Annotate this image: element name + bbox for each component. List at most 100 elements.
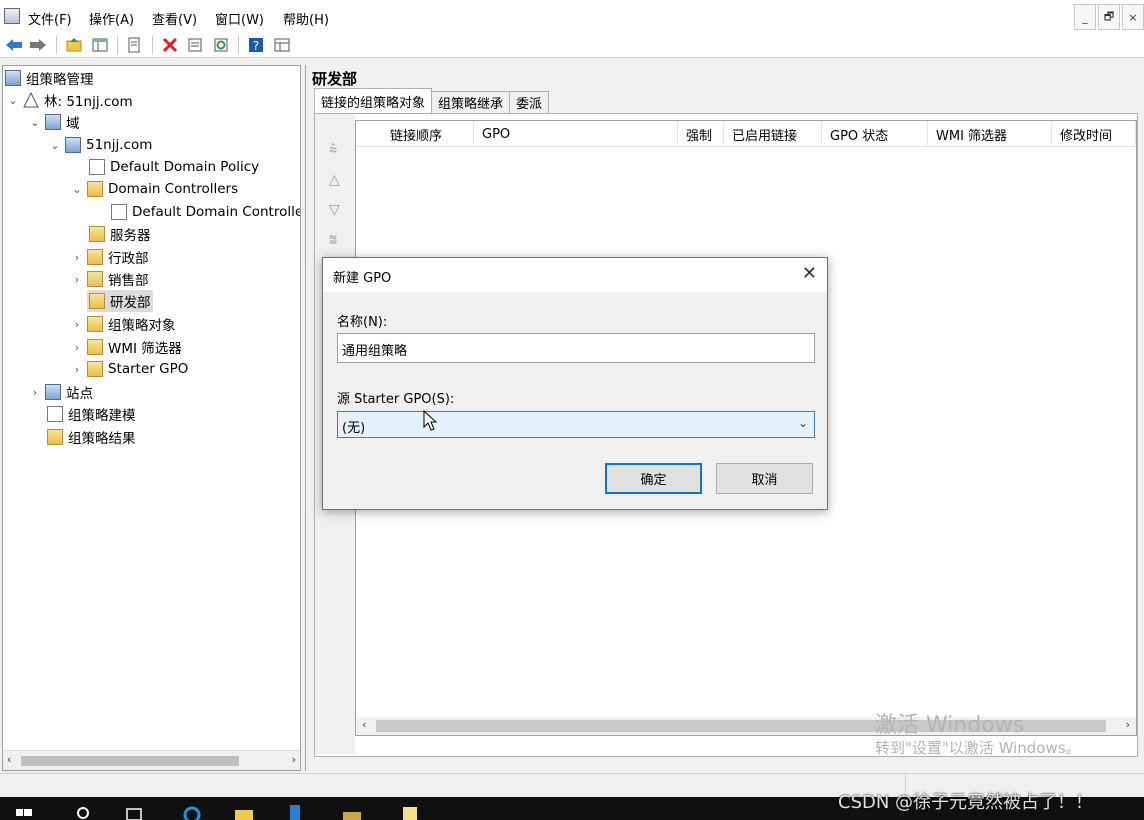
properties-icon[interactable]: [185, 35, 205, 55]
tree-item-domain-controllers[interactable]: ⌄ Domain Controllers: [71, 178, 238, 200]
search-icon[interactable]: [74, 803, 94, 820]
ou-folder-icon: [89, 226, 105, 242]
minimize-button[interactable]: _: [1074, 4, 1096, 30]
move-up-icon[interactable]: △: [329, 172, 340, 188]
tree-item-sales[interactable]: › 销售部: [71, 268, 149, 290]
chevron-right-icon[interactable]: ›: [71, 363, 83, 376]
forward-arrow-icon[interactable]: [28, 35, 48, 55]
menu-view[interactable]: 查看(V): [152, 9, 197, 28]
scrollbar-thumb[interactable]: [21, 756, 239, 766]
ou-folder-icon: [89, 293, 105, 309]
tree-item-rnd[interactable]: 研发部: [87, 290, 153, 312]
ou-folder-icon: [87, 271, 103, 287]
tree-item-starter-gpo[interactable]: › Starter GPO: [71, 358, 188, 380]
view-icon[interactable]: [272, 35, 292, 55]
move-top-icon[interactable]: ⩯: [329, 142, 337, 158]
chevron-down-icon[interactable]: ⌄: [7, 94, 19, 107]
scroll-left-icon[interactable]: ‹: [7, 753, 11, 766]
toolbar: ?: [0, 32, 1144, 58]
column-modified[interactable]: 修改时间: [1052, 121, 1136, 147]
chevron-right-icon[interactable]: ›: [71, 273, 83, 286]
ok-button[interactable]: 确定: [605, 463, 702, 494]
column-link-order[interactable]: 链接顺序: [382, 121, 474, 147]
server-manager-icon[interactable]: [286, 803, 306, 820]
internet-explorer-icon[interactable]: [182, 803, 202, 820]
tree-item-wmi-filters[interactable]: › WMI 筛选器: [71, 336, 182, 358]
task-view-icon[interactable]: [124, 803, 144, 820]
column-gpo-status[interactable]: GPO 状态: [822, 121, 928, 147]
column-link-enabled[interactable]: 已启用链接: [724, 121, 822, 147]
tab-gpo-inheritance[interactable]: 组策略继承: [431, 91, 511, 113]
scroll-left-icon[interactable]: ‹: [362, 718, 366, 731]
copy-icon[interactable]: [124, 35, 144, 55]
tree-item-default-dc-policy[interactable]: Default Domain Controlle: [111, 201, 300, 223]
app-icon[interactable]: [4, 8, 20, 24]
tree-item-sites[interactable]: › 站点: [29, 381, 93, 403]
tree-item-servers[interactable]: 服务器: [89, 223, 151, 245]
ou-folder-icon: [87, 181, 103, 197]
gpo-container-icon: [87, 316, 103, 332]
chevron-right-icon[interactable]: ›: [29, 386, 41, 399]
source-starter-value: (无): [342, 421, 366, 436]
chevron-right-icon[interactable]: ›: [71, 251, 83, 264]
chevron-down-icon[interactable]: ⌄: [29, 116, 41, 129]
forest-icon: [23, 91, 39, 108]
move-bottom-icon[interactable]: ⩰: [329, 232, 337, 248]
scroll-right-icon[interactable]: ›: [292, 753, 296, 766]
up-folder-icon[interactable]: [64, 35, 84, 55]
menu-action[interactable]: 操作(A): [89, 9, 134, 28]
dialog-title: 新建 GPO: [333, 271, 392, 286]
csdn-watermark: CSDN @徐子元竟然被占了！！: [838, 792, 1094, 813]
column-gpo[interactable]: GPO: [474, 121, 678, 147]
restore-button[interactable]: 🗗: [1098, 4, 1120, 30]
scroll-right-icon[interactable]: ›: [1126, 718, 1130, 731]
close-window-button[interactable]: ×: [1122, 4, 1144, 30]
menu-window[interactable]: 窗口(W): [215, 9, 264, 28]
wmi-filter-icon: [87, 339, 103, 355]
back-arrow-icon[interactable]: [4, 35, 24, 55]
show-hide-tree-icon[interactable]: [90, 35, 110, 55]
tab-linked-gpos[interactable]: 链接的组策略对象: [314, 88, 433, 113]
column-enforced[interactable]: 强制: [678, 121, 724, 147]
delete-icon[interactable]: [160, 35, 180, 55]
gpmc-icon: [5, 70, 21, 86]
tree-item-results[interactable]: 组策略结果: [47, 426, 136, 448]
tab-delegation[interactable]: 委派: [509, 91, 550, 113]
svg-text:?: ?: [253, 39, 259, 53]
chevron-down-icon: ⌄: [797, 416, 808, 430]
chevron-right-icon[interactable]: ›: [71, 341, 83, 354]
menu-file[interactable]: 文件(F): [28, 9, 72, 28]
tree-item-forest[interactable]: ⌄ 林: 51njj.com: [7, 89, 133, 111]
tree-item-gpo-objects[interactable]: › 组策略对象: [71, 313, 176, 335]
tree-item-admin[interactable]: › 行政部: [71, 246, 149, 268]
source-starter-select[interactable]: (无) ⌄: [337, 411, 815, 438]
file-explorer-icon[interactable]: [234, 803, 254, 820]
tree-item-default-domain-policy[interactable]: Default Domain Policy: [89, 156, 259, 178]
tab-strip: 链接的组策略对象 组策略继承 委派: [314, 88, 550, 113]
menu-help[interactable]: 帮助(H): [283, 9, 329, 28]
cancel-button[interactable]: 取消: [716, 463, 813, 494]
tree-item-modeling[interactable]: 组策略建模: [47, 403, 136, 425]
move-down-icon[interactable]: ▽: [329, 202, 340, 218]
tree-horizontal-scrollbar[interactable]: ‹ ›: [3, 750, 300, 770]
gpo-link-icon: [111, 204, 127, 220]
gpmc-taskbar-icon[interactable]: [400, 803, 420, 820]
tools-icon[interactable]: [342, 803, 362, 820]
help-icon[interactable]: ?: [246, 35, 266, 55]
modeling-icon: [47, 406, 63, 422]
new-gpo-dialog: 新建 GPO ✕ 名称(N): 通用组策略 源 Starter GPO(S): …: [322, 257, 828, 510]
chevron-down-icon[interactable]: ⌄: [71, 183, 83, 196]
activation-watermark-hint: 转到"设置"以激活 Windows。: [875, 739, 1081, 757]
tree-item-gpmc[interactable]: 组策略管理: [5, 67, 94, 89]
close-icon[interactable]: ✕: [802, 263, 817, 284]
gpo-name-input[interactable]: 通用组策略: [337, 333, 815, 363]
tree-item-domain[interactable]: ⌄ 51njj.com: [49, 134, 152, 156]
chevron-right-icon[interactable]: ›: [71, 318, 83, 331]
domains-icon: [45, 114, 61, 130]
sites-icon: [45, 384, 61, 400]
column-wmi-filter[interactable]: WMI 筛选器: [928, 121, 1052, 147]
chevron-down-icon[interactable]: ⌄: [49, 139, 61, 152]
tree-item-domains[interactable]: ⌄ 域: [29, 111, 80, 133]
start-icon[interactable]: [14, 803, 34, 820]
refresh-icon[interactable]: [211, 35, 231, 55]
